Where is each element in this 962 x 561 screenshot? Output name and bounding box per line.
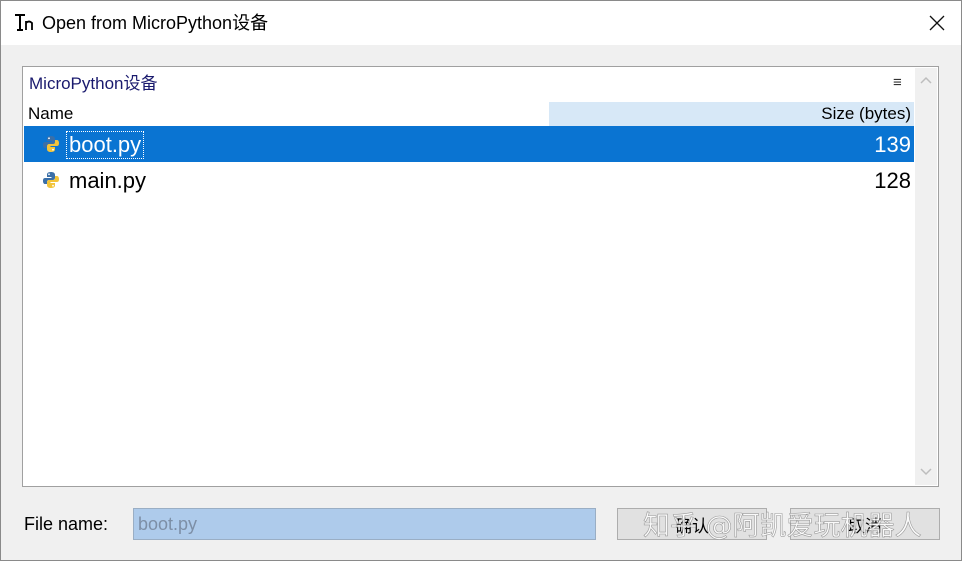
file-row[interactable]: boot.py 139 [24,126,914,162]
title-bar: Open from MicroPython设备 [1,1,961,45]
file-browser-panel: MicroPython设备 ≡ Name Size (bytes) boot.p… [22,66,939,487]
scroll-up-icon[interactable] [919,74,933,86]
file-name-input[interactable] [133,508,596,540]
location-label: MicroPython设备 [29,74,158,93]
file-row[interactable]: main.py 128 [24,162,914,198]
file-size: 128 [874,168,911,193]
name-column-label: Name [28,104,74,123]
size-column-header[interactable]: Size (bytes) [549,102,914,126]
file-name: main.py [69,168,147,193]
name-column-header[interactable]: Name [24,102,549,126]
file-list: boot.py 139 main.py 128 [24,126,914,198]
vertical-scrollbar[interactable] [915,68,937,485]
cancel-button[interactable]: 取消 [790,508,940,540]
file-size: 139 [874,132,911,157]
thonny-logo-icon [15,14,33,31]
scroll-down-icon[interactable] [919,466,933,478]
window-title: Open from MicroPython设备 [42,13,269,33]
file-name: boot.py [65,131,145,159]
column-header: Name Size (bytes) [24,102,914,126]
size-column-label: Size (bytes) [821,104,911,123]
close-button[interactable] [919,9,955,37]
python-file-icon [43,172,59,188]
open-file-dialog: Open from MicroPython设备 MicroPython设备 ≡ … [0,0,962,561]
hamburger-menu-icon[interactable]: ≡ [893,74,902,92]
ok-button[interactable]: 确认 [617,508,767,540]
python-file-icon [43,136,59,152]
file-name-label: File name: [24,514,109,534]
close-icon [929,15,945,31]
